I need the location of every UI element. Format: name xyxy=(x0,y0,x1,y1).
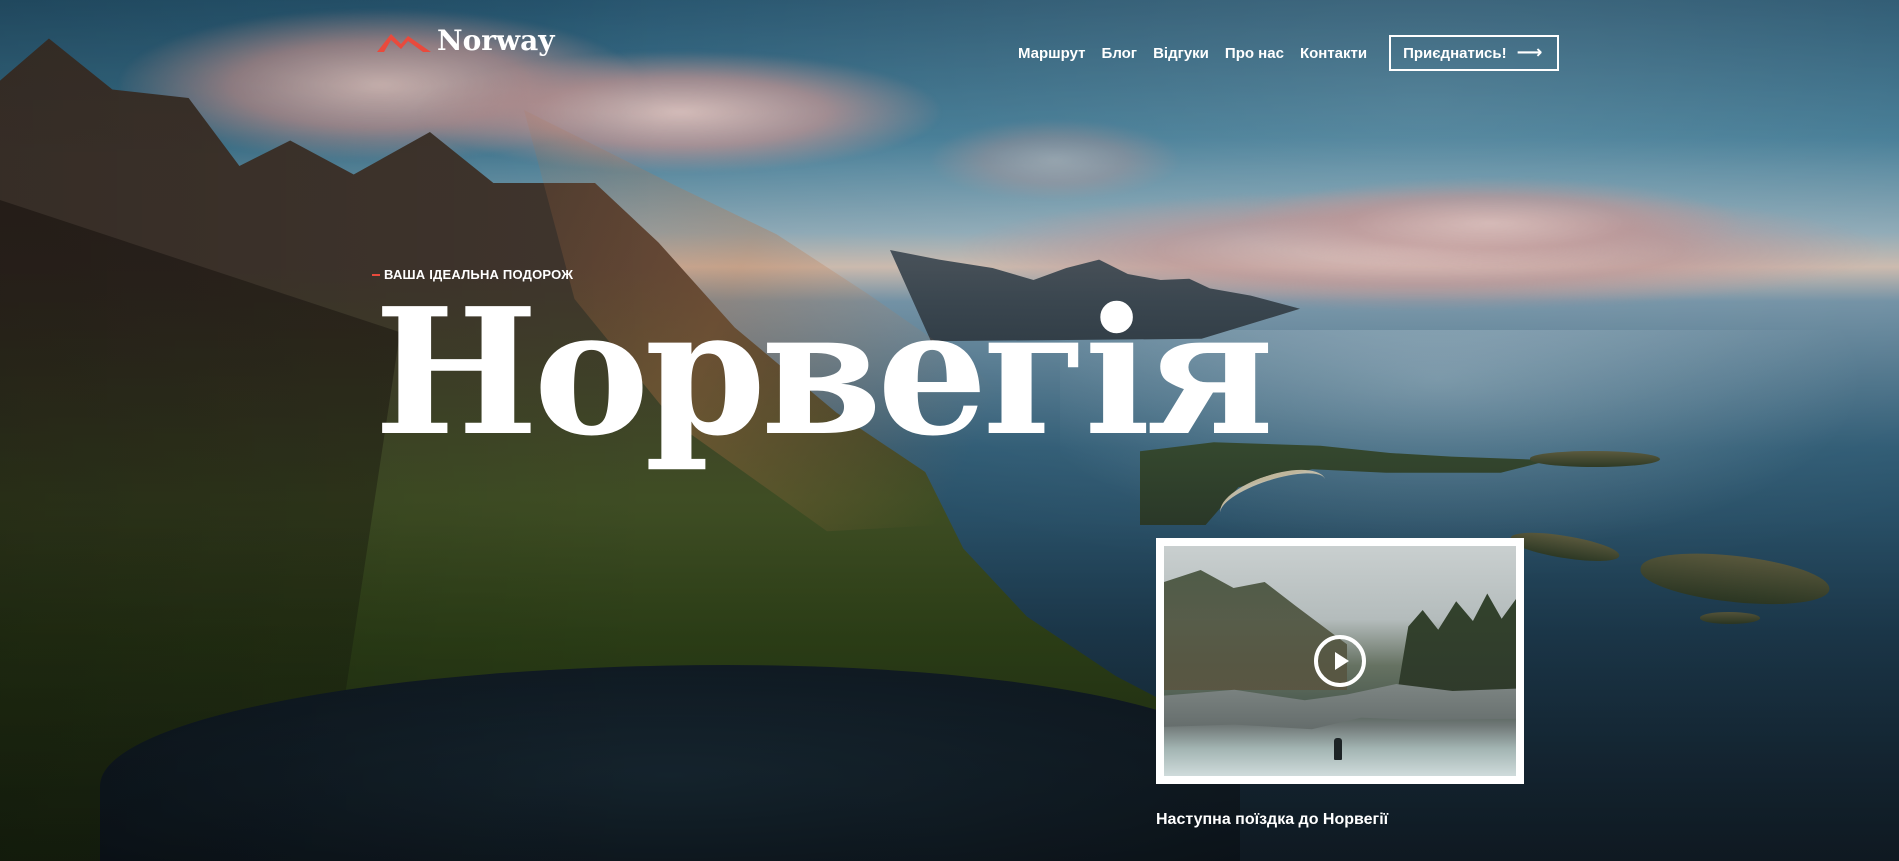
hero-title: Норвегія xyxy=(374,271,1274,475)
arrow-right-icon: ⟶ xyxy=(1516,42,1543,63)
thumbnail-person xyxy=(1334,738,1342,760)
nav-link-blog[interactable]: Блог xyxy=(1102,45,1138,62)
mountain-logo-icon xyxy=(377,34,431,52)
site-header: Norway Маршрут Блог Відгуки Про нас Конт… xyxy=(0,0,1899,96)
nav-link-about[interactable]: Про нас xyxy=(1225,45,1284,62)
nav-link-route[interactable]: Маршрут xyxy=(1018,45,1086,62)
cloud xyxy=(930,120,1180,200)
island xyxy=(1700,612,1760,624)
nav-link-reviews[interactable]: Відгуки xyxy=(1153,45,1209,62)
join-button-label: Приєднатись! xyxy=(1403,44,1507,62)
video-card[interactable] xyxy=(1156,538,1524,784)
main-nav: Маршрут Блог Відгуки Про нас Контакти Пр… xyxy=(1018,35,1560,71)
island xyxy=(1530,451,1660,467)
video-thumbnail[interactable] xyxy=(1164,546,1516,776)
cloud xyxy=(1240,178,1740,268)
join-button[interactable]: Приєднатись! ⟶ xyxy=(1389,35,1560,71)
brand-name: Norway xyxy=(437,24,555,57)
logo-link[interactable]: Norway xyxy=(377,26,555,56)
play-button[interactable] xyxy=(1314,635,1366,687)
thumbnail-forest xyxy=(1396,593,1516,698)
thumbnail-rocks xyxy=(1164,684,1516,730)
video-caption: Наступна поїздка до Норвегії xyxy=(1156,811,1389,828)
nav-link-contacts[interactable]: Контакти xyxy=(1300,45,1367,62)
play-icon xyxy=(1335,652,1349,670)
